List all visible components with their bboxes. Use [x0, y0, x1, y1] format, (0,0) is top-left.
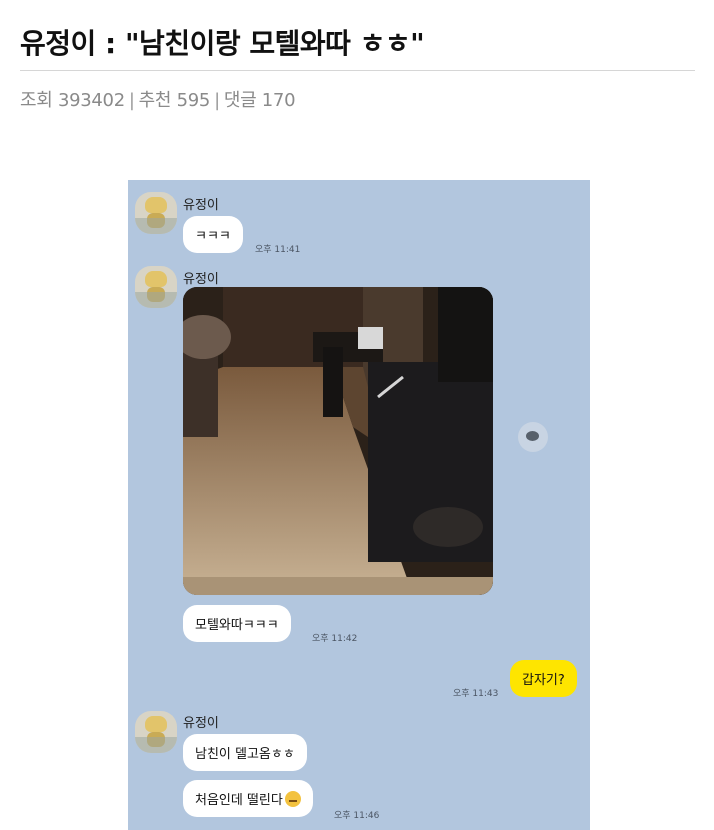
title-divider [20, 70, 695, 71]
photo-of-motel-room [183, 287, 493, 595]
sender-name: 유정이 [183, 272, 219, 287]
message-bubble: 처음인데 떨린다 [183, 780, 313, 817]
post-meta: 조회 393402 | 추천 595 | 댓글 170 [20, 86, 296, 112]
sender-avatar [135, 711, 177, 753]
meta-separator: | [128, 90, 135, 111]
message-time: 오후 11:43 [453, 689, 499, 699]
message-text: 처음인데 떨린다 [195, 793, 283, 808]
sender-name: 유정이 [183, 716, 219, 731]
recommend-count: 595 [176, 90, 211, 111]
meta-separator: | [214, 90, 220, 111]
message-time: 오후 11:46 [334, 811, 380, 821]
sender-name: 유정이 [183, 198, 219, 213]
message-bubble: 모텔와따ㅋㅋㅋ [183, 605, 291, 642]
message-bubble: ㅋㅋㅋ [183, 216, 243, 253]
comments-count: 170 [261, 90, 296, 111]
recommend-label: 추천 [138, 90, 172, 111]
sender-avatar [135, 192, 177, 234]
chat-photo[interactable] [183, 287, 493, 595]
views-count: 393402 [57, 90, 125, 111]
my-message-bubble: 갑자기? [510, 660, 577, 697]
share-icon[interactable] [518, 422, 548, 452]
sender-avatar [135, 266, 177, 308]
post-title: 유정이 : "남친이랑 모텔와따 ㅎㅎ" [20, 27, 425, 60]
chat-screenshot: 유정이 ㅋㅋㅋ 오후 11:41 유정이 모텔와따ㅋㅋㅋ 오후 11:42 오후… [128, 180, 590, 830]
message-bubble: 남친이 델고옴ㅎㅎ [183, 734, 307, 771]
grimace-face-icon [284, 791, 301, 807]
message-time: 오후 11:41 [255, 245, 301, 255]
comments-label: 댓글 [223, 90, 257, 111]
views-label: 조회 [20, 90, 53, 111]
message-time: 오후 11:42 [312, 634, 358, 644]
